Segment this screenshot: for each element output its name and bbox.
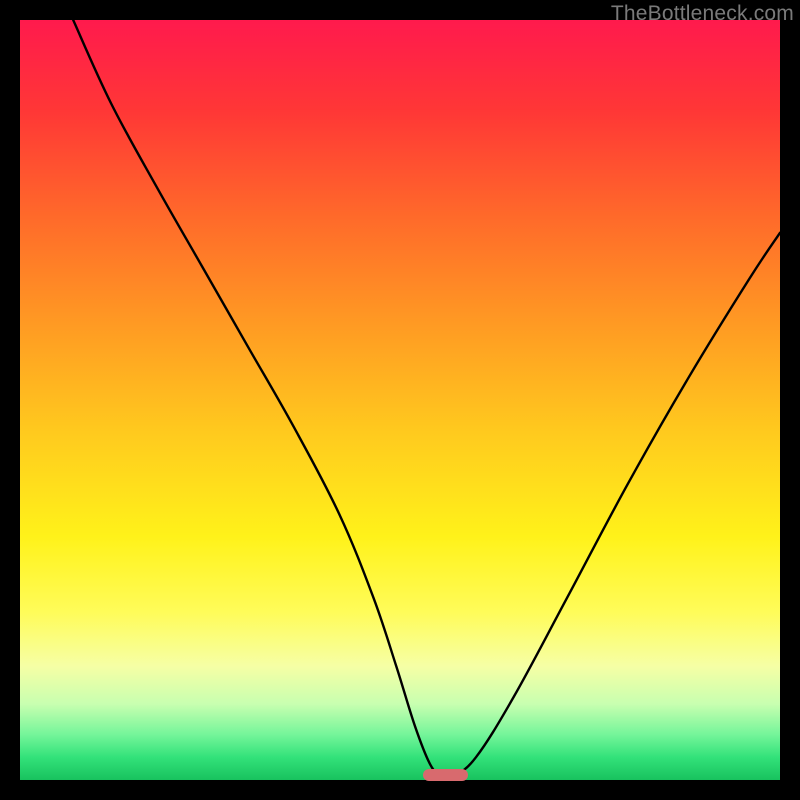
chart-frame: TheBottleneck.com: [0, 0, 800, 800]
plot-area: [20, 20, 780, 780]
optimal-range-marker: [423, 769, 469, 781]
bottleneck-curve: [20, 20, 780, 780]
